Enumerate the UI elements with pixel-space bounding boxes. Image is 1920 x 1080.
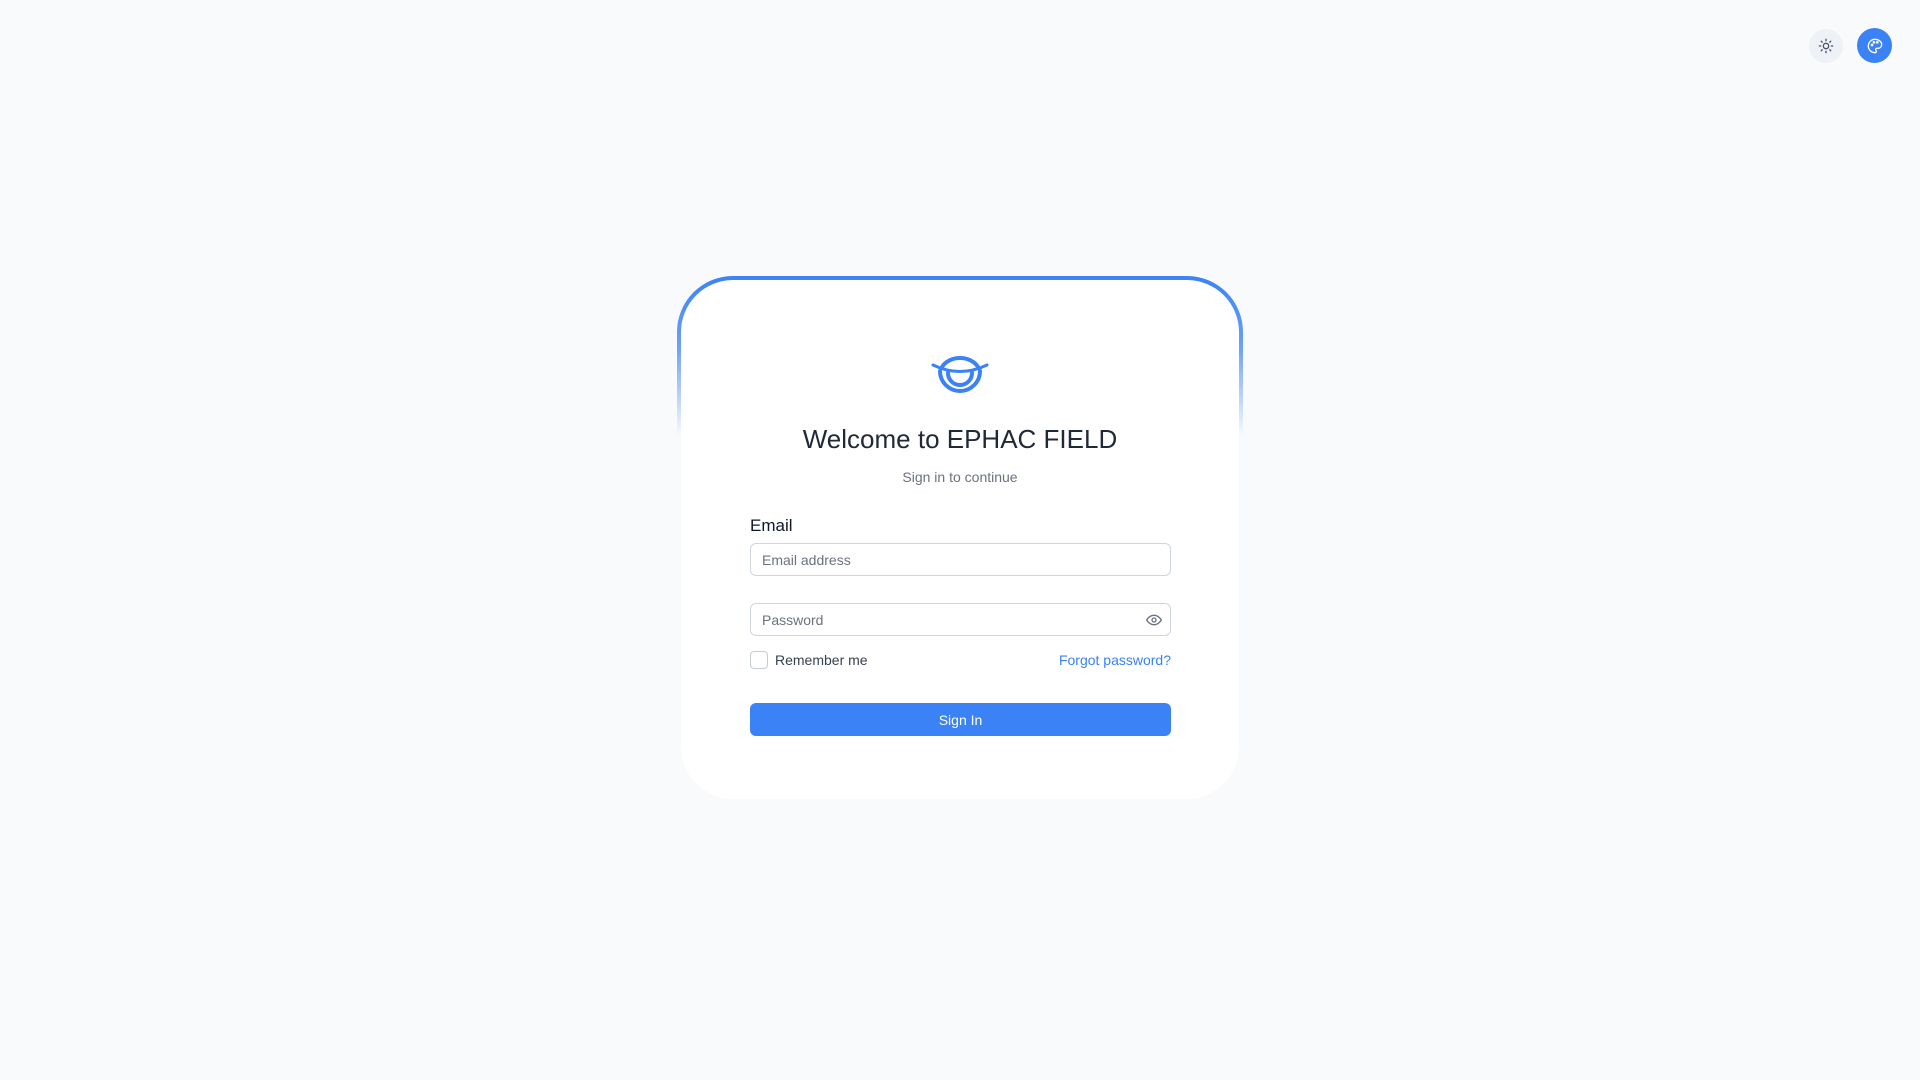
email-input[interactable]: [750, 543, 1171, 576]
top-actions: [1809, 28, 1892, 63]
page-subtitle: Sign in to continue: [902, 469, 1018, 485]
login-card: Welcome to EPHAC FIELD Sign in to contin…: [681, 280, 1239, 799]
password-input[interactable]: [750, 603, 1171, 636]
forgot-password-link[interactable]: Forgot password?: [1059, 652, 1171, 668]
theme-toggle-button[interactable]: [1809, 28, 1843, 63]
password-visibility-toggle[interactable]: [1146, 612, 1162, 628]
remember-row: Remember me Forgot password?: [750, 650, 1171, 670]
eye-icon: [1146, 614, 1162, 626]
email-label: Email: [750, 516, 793, 535]
palette-button[interactable]: [1857, 28, 1892, 63]
remember-label[interactable]: Remember me: [775, 652, 868, 668]
sign-in-button[interactable]: Sign In: [750, 703, 1171, 736]
password-field-wrap: [750, 603, 1171, 636]
brand-logo-icon: [931, 356, 989, 393]
remember-checkbox[interactable]: [750, 651, 768, 669]
palette-icon: [1867, 38, 1882, 53]
page-title: Welcome to EPHAC FIELD: [802, 424, 1118, 454]
login-card-frame: Welcome to EPHAC FIELD Sign in to contin…: [677, 276, 1243, 799]
sun-icon: [1818, 38, 1834, 53]
